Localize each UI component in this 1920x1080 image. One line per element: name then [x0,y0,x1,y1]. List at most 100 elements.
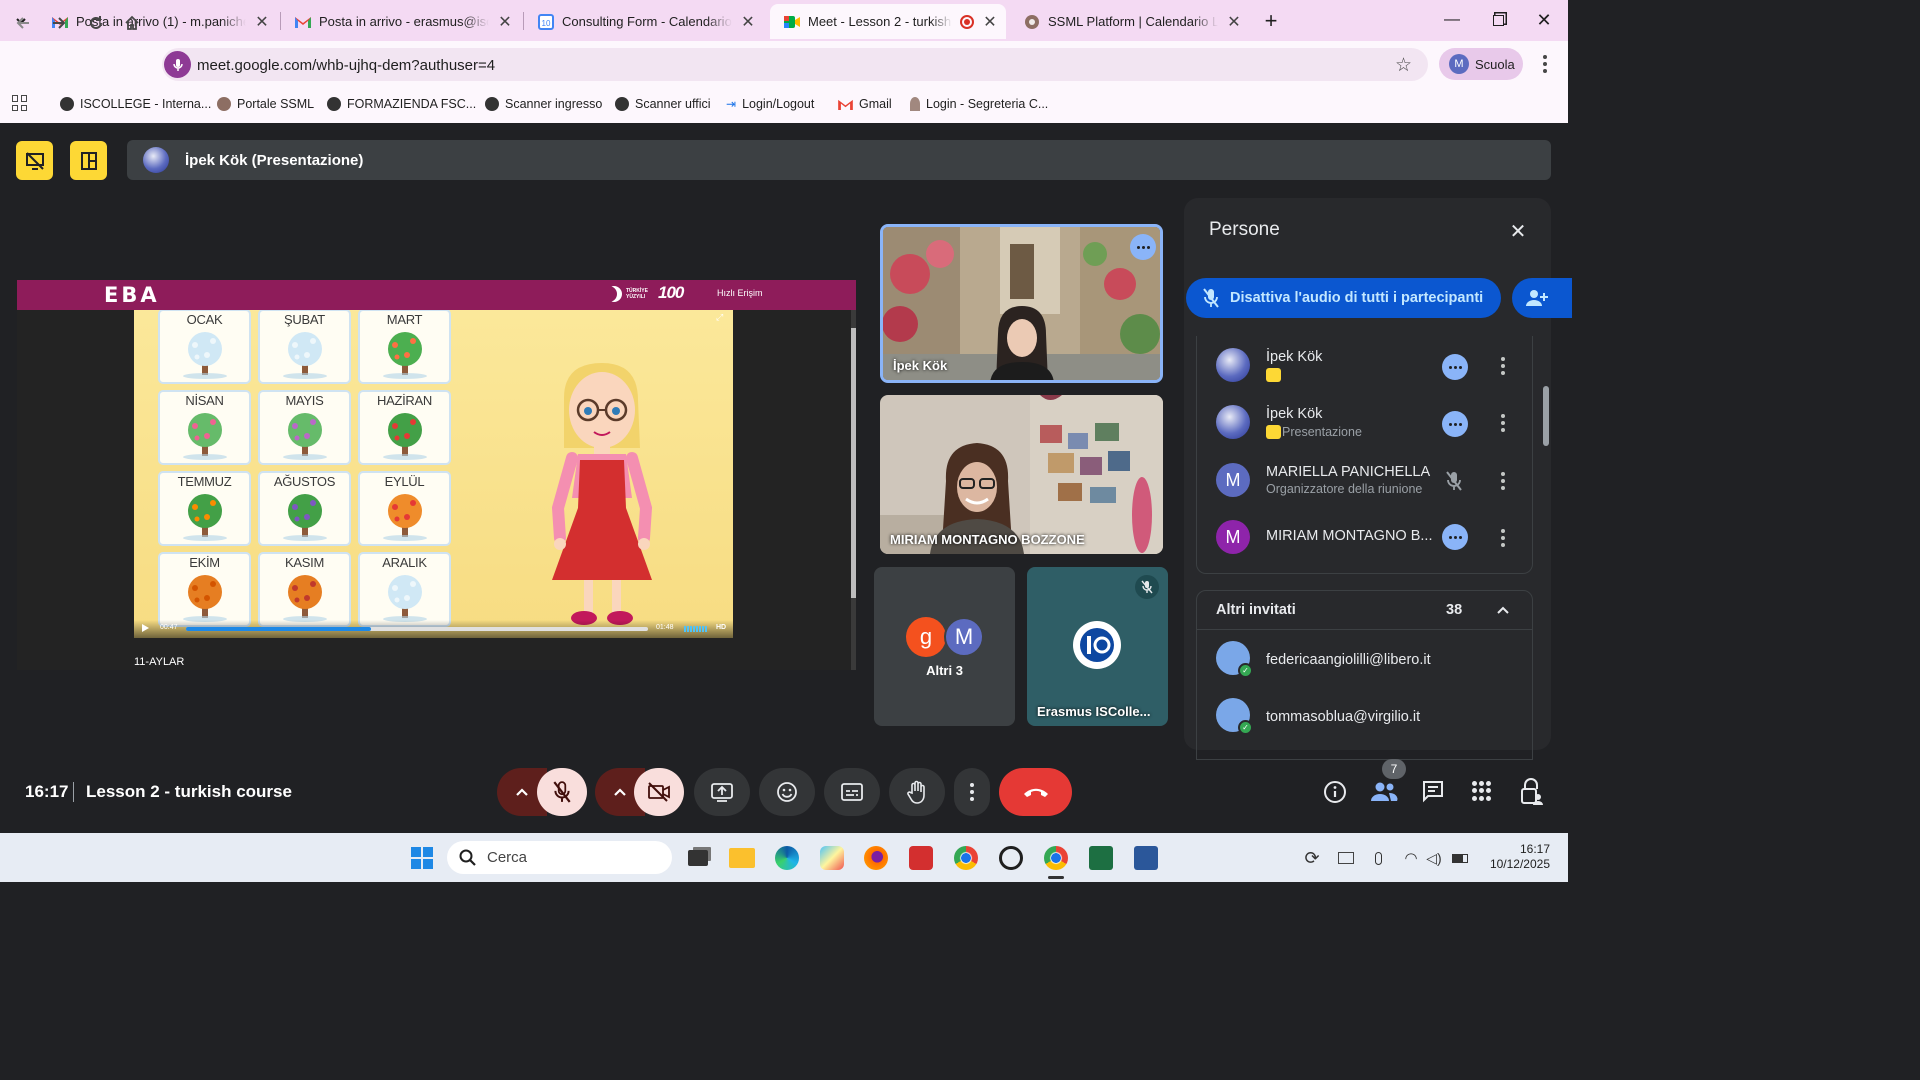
captions-button[interactable] [824,768,880,816]
paint-button[interactable] [816,842,848,874]
back-button[interactable] [8,8,38,38]
bookmark-login-logout[interactable]: ⇥ Login/Logout [726,94,814,114]
participant-tile-miriam[interactable]: MIRIAM MONTAGNO BOZZONE [880,395,1163,554]
bookmark-formazienda[interactable]: FORMAZIENDA FSC... [327,94,476,114]
more-vert-icon[interactable] [1500,472,1506,490]
bookmark-portale-ssml[interactable]: Portale SSML [217,94,314,114]
mic-off-icon [1203,288,1219,308]
fullscreen-icon[interactable]: ⤢ [716,312,723,323]
file-explorer-button[interactable] [726,842,758,874]
bookmark-segreteria[interactable]: Login - Segreteria C... [910,94,1048,114]
add-people-button[interactable] [1512,278,1572,318]
participant-tile-erasmus[interactable]: Erasmus ISColle... [1027,567,1168,726]
people-button[interactable] [1370,779,1398,805]
participants-scrollbar[interactable] [1543,386,1549,446]
whatsapp-button[interactable] [995,842,1027,874]
tab-ssml[interactable]: SSML Platform | Calendario Lez ✕ [1010,4,1250,39]
globe-icon [485,97,499,111]
bookmark-scanner-ingresso[interactable]: Scanner ingresso [485,94,602,114]
url-text[interactable]: meet.google.com/whb-ujhq-dem?authuser=4 [197,57,495,74]
tray-mic-icon[interactable] [1362,842,1394,874]
forward-button[interactable] [44,8,74,38]
task-view-button[interactable] [682,842,714,874]
close-panel-button[interactable]: ✕ [1505,218,1531,244]
present-button[interactable] [694,768,750,816]
new-tab-button[interactable]: + [1258,8,1284,34]
microphone-button[interactable] [537,768,587,816]
site-info-icon[interactable] [164,51,191,78]
bookmark-gmail[interactable]: Gmail [838,94,892,114]
participant-tile-ipek[interactable]: İpek Kök [880,224,1163,383]
close-icon[interactable]: ✕ [1226,12,1242,32]
tab-calendar[interactable]: 10 Consulting Form - Calendario - ✕ [524,4,764,39]
tray-display-icon[interactable] [1330,842,1362,874]
participant-tile-others[interactable]: g M Altri 3 [874,567,1015,726]
profile-button[interactable]: M Scuola [1439,48,1523,80]
excel-button[interactable] [1085,842,1117,874]
raise-hand-button[interactable] [889,768,945,816]
taskbar-clock[interactable]: 16:17 10/12/2025 [1478,842,1550,872]
invited-row[interactable]: ✓ federicaangiolilli@libero.it [1210,633,1520,687]
reactions-button[interactable] [759,768,815,816]
participant-row[interactable]: İpek Kök [1210,340,1520,394]
month-card: NİSAN [158,390,251,465]
presentation-scrollbar[interactable] [851,282,856,670]
meeting-info-button[interactable] [1322,779,1348,805]
chrome-button[interactable] [950,842,982,874]
layout-button[interactable] [70,141,107,180]
reload-button[interactable] [81,8,111,38]
leave-call-button[interactable] [999,768,1072,816]
others-invited-header[interactable]: Altri invitati 38 [1196,590,1533,630]
maximize-button[interactable] [1475,0,1521,40]
taskbar-search[interactable]: Cerca [447,841,672,874]
close-window-button[interactable]: ✕ [1521,0,1567,40]
acrobat-button[interactable] [905,842,937,874]
tree-icon [382,332,427,379]
edge-button[interactable] [771,842,803,874]
participant-row[interactable]: İpek Kök Presentazione [1210,397,1520,451]
close-icon[interactable]: ✕ [982,12,998,32]
more-options-icon[interactable] [1130,234,1156,260]
participant-row[interactable]: M MARIELLA PANICHELLA Organizzatore dell… [1210,455,1520,509]
hd-badge[interactable]: HD [716,624,726,631]
menu-button[interactable] [1535,53,1555,75]
more-vert-icon[interactable] [1500,529,1506,547]
apps-icon[interactable] [12,95,28,111]
avatar [1216,348,1250,382]
more-vert-icon[interactable] [1500,357,1506,375]
tab-gmail-1[interactable]: Posta in arrivo (1) - m.panichella ✕ [38,4,278,39]
play-icon[interactable] [142,624,149,632]
month-card: ARALIK [358,552,451,627]
close-icon[interactable]: ✕ [254,12,270,32]
volume-bars-icon[interactable] [684,626,708,632]
chat-button[interactable] [1421,779,1447,805]
start-button[interactable] [406,842,438,874]
invited-row[interactable]: ✓ tommasoblua@virgilio.it [1210,690,1520,744]
bookmark-star-icon[interactable]: ☆ [1395,54,1412,77]
activities-button[interactable] [1472,781,1492,801]
stop-presenting-button[interactable] [16,141,53,180]
bookmark-iscollege[interactable]: ISCOLLEGE - Interna... [60,94,211,114]
restore-icon [1492,14,1504,26]
close-icon[interactable]: ✕ [740,12,756,32]
mute-all-button[interactable]: Disattiva l'audio di tutti i partecipant… [1186,278,1501,318]
bookmark-scanner-uffici[interactable]: Scanner uffici [615,94,711,114]
tab-gmail-2[interactable]: Posta in arrivo - erasmus@iscol ✕ [281,4,521,39]
globe-icon [615,97,629,111]
chrome-profile-button[interactable] [1040,842,1072,874]
participant-row[interactable]: M MIRIAM MONTAGNO B... [1210,512,1520,566]
close-icon[interactable]: ✕ [497,12,513,32]
video-progress-track[interactable] [186,627,648,631]
more-vert-icon[interactable] [1500,414,1506,432]
tray-battery-icon[interactable] [1444,842,1476,874]
tray-sync-icon[interactable]: ⟳ [1296,842,1328,874]
minimize-button[interactable]: — [1429,0,1475,40]
firefox-button[interactable] [860,842,892,874]
host-controls-button[interactable] [1519,778,1545,806]
camera-button[interactable] [634,768,684,816]
close-icon: ✕ [1536,9,1552,30]
more-options-button[interactable] [954,768,990,816]
tab-meet[interactable]: Meet - Lesson 2 - turkish co ✕ [770,4,1006,39]
word-button[interactable] [1130,842,1162,874]
home-button[interactable] [117,8,147,38]
